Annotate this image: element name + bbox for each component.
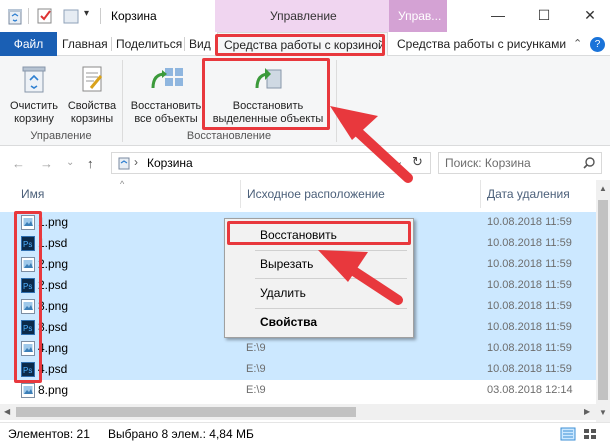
arrow-to-restore-selected (330, 106, 413, 183)
annotation-arrows (318, 106, 413, 305)
arrow-to-restore-menu-item (318, 250, 403, 305)
